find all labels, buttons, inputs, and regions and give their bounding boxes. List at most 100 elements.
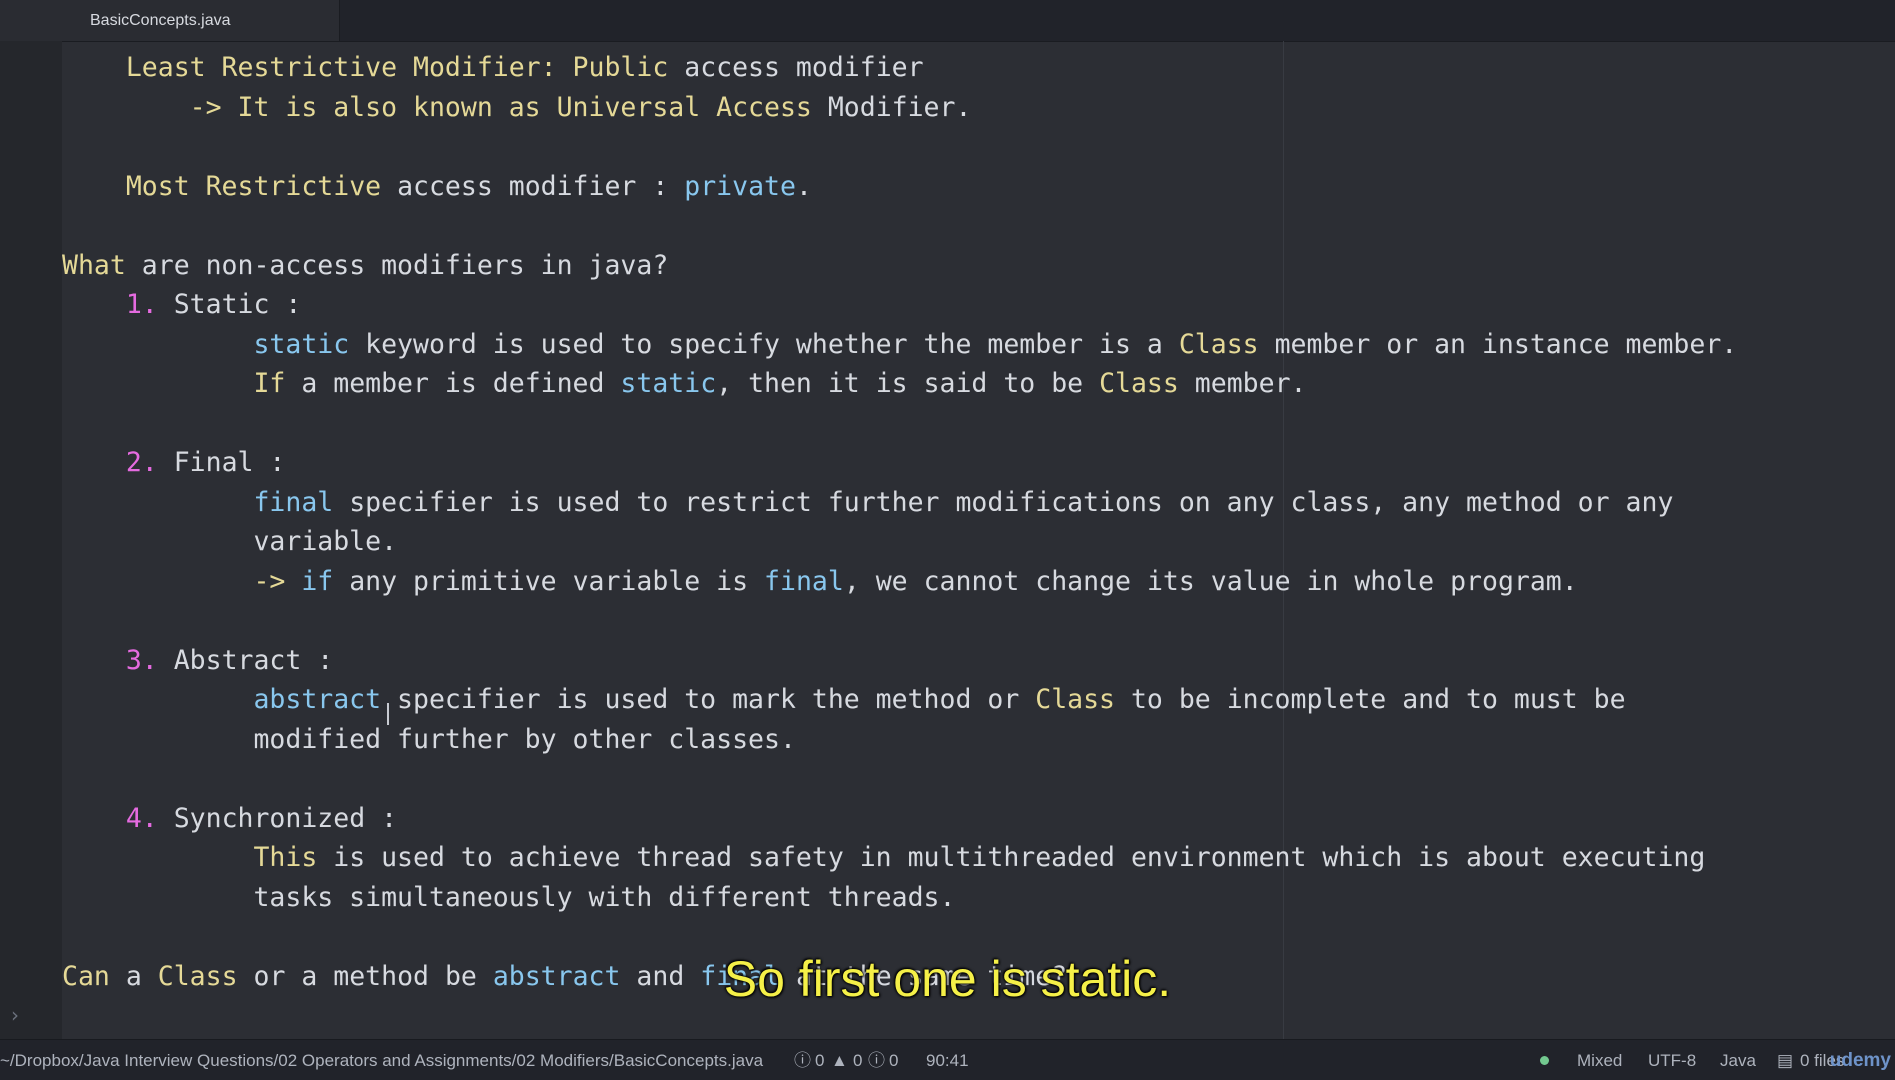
code-token: 4. bbox=[125, 802, 158, 834]
code-line[interactable]: 3. Abstract : bbox=[62, 641, 333, 681]
code-token: specifier is used to mark the method or bbox=[381, 684, 1036, 715]
circle-exclamation-icon[interactable]: ⓘ bbox=[794, 1040, 811, 1080]
code-token: Class bbox=[1099, 368, 1179, 399]
code-token: to be incomplete and to must be bbox=[1115, 684, 1626, 715]
code-token: final bbox=[253, 486, 334, 518]
code-token: Can bbox=[62, 960, 110, 992]
code-line[interactable]: -> It is also known as Universal Access … bbox=[62, 88, 972, 128]
line-ending[interactable]: Mixed bbox=[1577, 1040, 1622, 1080]
code-line[interactable]: What are non-access modifiers in java? bbox=[62, 246, 668, 286]
grammar[interactable]: Java bbox=[1720, 1040, 1756, 1080]
code-token: modified further by other classes. bbox=[62, 723, 796, 755]
triangle-warning-icon[interactable]: ▲ bbox=[831, 1040, 848, 1080]
code-token: access modifier : bbox=[381, 170, 685, 202]
circle-info-icon[interactable]: ⓘ bbox=[868, 1040, 885, 1080]
code-line[interactable]: Most Restrictive access modifier : priva… bbox=[62, 167, 812, 207]
warning-count[interactable]: 0 bbox=[853, 1040, 862, 1080]
udemy-watermark: udemy bbox=[1829, 1050, 1891, 1071]
code-line[interactable]: abstract specifier is used to mark the m… bbox=[62, 680, 1626, 720]
code-line[interactable]: 4. Synchronized : bbox=[62, 799, 397, 839]
tab-bar: BasicConcepts.java bbox=[0, 0, 1895, 42]
mouse-ibeam-cursor bbox=[387, 703, 389, 725]
code-token: if bbox=[301, 565, 334, 597]
code-line[interactable]: modified further by other classes. bbox=[62, 720, 796, 760]
code-token: 3. bbox=[125, 644, 158, 676]
status-dot-icon bbox=[1540, 1056, 1549, 1065]
code-line[interactable]: Least Restrictive Modifier: Public acces… bbox=[62, 48, 924, 88]
code-token: member or an instance member. bbox=[1258, 328, 1738, 360]
code-token: . bbox=[795, 170, 812, 202]
code-token: member. bbox=[1178, 368, 1307, 399]
code-token: any primitive variable is bbox=[333, 565, 765, 597]
chevron-right-icon[interactable]: › bbox=[11, 1003, 19, 1027]
code-token: tasks simultaneously with different thre… bbox=[62, 881, 956, 913]
code-line[interactable]: 1. Static : bbox=[62, 285, 302, 325]
code-token: at the same time? bbox=[780, 960, 1068, 992]
wrap-guide bbox=[1283, 41, 1284, 1039]
line-gutter: › bbox=[0, 41, 62, 1039]
code-token: -> bbox=[62, 565, 302, 597]
code-token: Class bbox=[1035, 684, 1116, 715]
editor-window: BasicConcepts.java › Least Restrictive M… bbox=[0, 0, 1895, 1080]
code-token: final bbox=[700, 960, 781, 992]
cursor-position[interactable]: 90:41 bbox=[926, 1040, 969, 1080]
code-token: specifier is used to restrict further mo… bbox=[333, 486, 1674, 518]
tab-basicconcepts[interactable]: BasicConcepts.java bbox=[0, 0, 340, 41]
code-token: This bbox=[253, 842, 318, 873]
code-token: , we cannot change its value in whole pr… bbox=[843, 565, 1578, 597]
code-line[interactable]: 2. Final : bbox=[62, 443, 286, 483]
code-line[interactable]: variable. bbox=[62, 522, 397, 562]
code-token: final bbox=[764, 565, 844, 597]
code-token: private bbox=[684, 170, 796, 202]
code-token: Most Restrictive bbox=[125, 170, 382, 202]
code-line[interactable]: static keyword is used to specify whethe… bbox=[62, 325, 1737, 365]
code-token: and bbox=[620, 960, 701, 992]
code-token: Class bbox=[1178, 328, 1259, 360]
code-token: Final : bbox=[157, 447, 286, 478]
code-token: , then it is said to be bbox=[716, 368, 1100, 399]
encoding[interactable]: UTF-8 bbox=[1648, 1040, 1696, 1080]
code-token: a bbox=[109, 960, 158, 992]
code-token: are non-access modifiers in java? bbox=[125, 249, 669, 281]
code-token: 1. bbox=[125, 289, 158, 320]
code-token: Abstract : bbox=[157, 644, 334, 676]
clipboard-icon[interactable]: ▤ bbox=[1777, 1040, 1793, 1080]
code-line[interactable]: If a member is defined static, then it i… bbox=[62, 364, 1306, 404]
file-path[interactable]: ~/Dropbox/Java Interview Questions/02 Op… bbox=[0, 1040, 763, 1080]
code-token: 2. bbox=[125, 447, 158, 478]
code-line[interactable]: -> if any primitive variable is final, w… bbox=[62, 562, 1578, 602]
code-token: Least Restrictive Modifier: Public bbox=[125, 52, 669, 83]
code-line[interactable]: tasks simultaneously with different thre… bbox=[62, 878, 955, 918]
code-token: a member is defined bbox=[285, 368, 621, 399]
code-token: What bbox=[62, 249, 126, 281]
code-token: If bbox=[253, 368, 286, 399]
code-line[interactable]: This is used to achieve thread safety in… bbox=[62, 838, 1705, 878]
code-token: Modifier. bbox=[811, 91, 972, 123]
code-line[interactable]: Can a Class or a method be abstract and … bbox=[62, 957, 1067, 997]
code-line[interactable]: final specifier is used to restrict furt… bbox=[62, 483, 1673, 523]
status-bar: ~/Dropbox/Java Interview Questions/02 Op… bbox=[0, 1039, 1895, 1080]
code-token: Universal Access bbox=[556, 91, 812, 123]
code-token: Synchronized : bbox=[157, 802, 398, 834]
code-token: -> It is also known as bbox=[62, 91, 557, 123]
code-token: variable. bbox=[62, 526, 398, 557]
code-editor[interactable]: Least Restrictive Modifier: Public acces… bbox=[62, 41, 1895, 1039]
code-token: abstract bbox=[253, 684, 382, 715]
code-token: access modifier bbox=[668, 52, 924, 83]
error-count[interactable]: 0 bbox=[815, 1040, 824, 1080]
info-count[interactable]: 0 bbox=[889, 1040, 898, 1080]
code-token: keyword is used to specify whether the m… bbox=[349, 328, 1179, 360]
code-token: abstract bbox=[492, 960, 621, 992]
code-token: Class bbox=[157, 960, 238, 992]
